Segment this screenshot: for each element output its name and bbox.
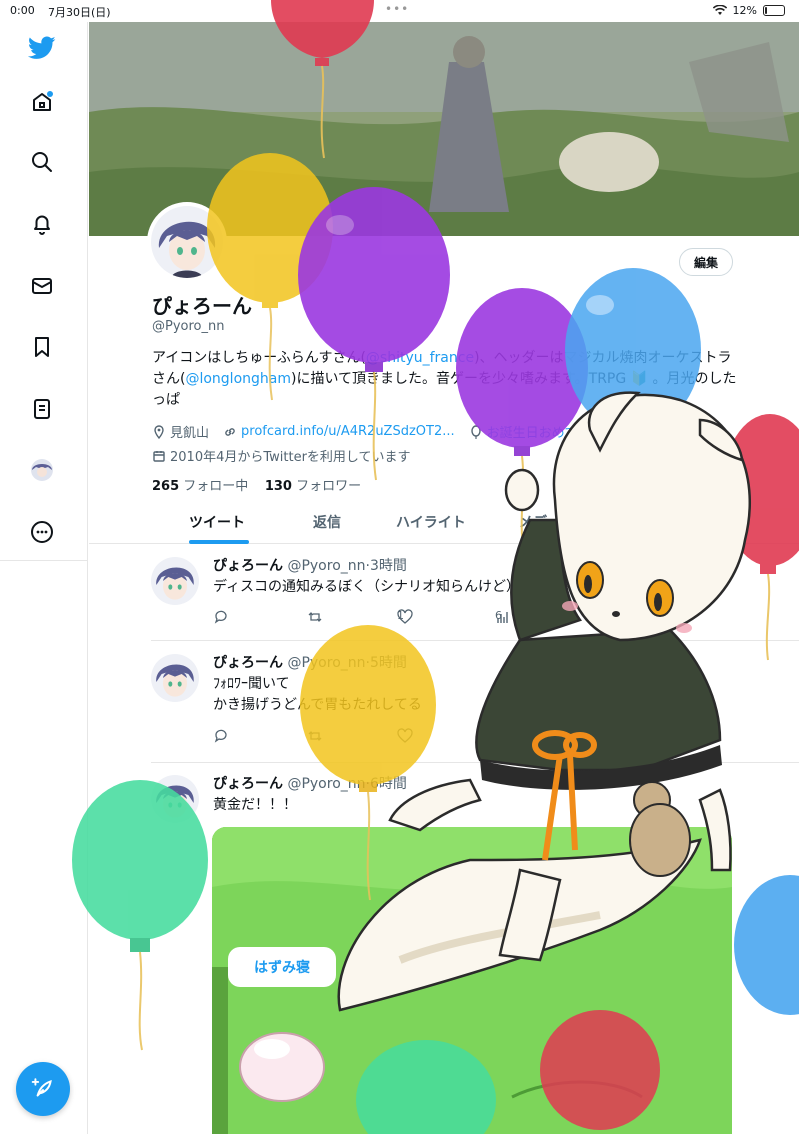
profile-joined: 2010年4月からTwitterを利用しています <box>170 450 411 465</box>
multitask-dots-icon[interactable]: ••• <box>385 2 409 16</box>
profile-meta-row: 見飢山 profcard.info/u/A4R2uZSdzOT2... お誕生日… <box>152 422 680 441</box>
tab-highlights[interactable]: ハイライト <box>396 512 466 532</box>
profile-website-link[interactable]: profcard.info/u/A4R2uZSdzOT2... <box>241 424 455 439</box>
more-icon[interactable] <box>26 516 58 548</box>
tweet-text: ﾌｫﾛﾜｰ聞いて かき揚げうどんで胃もたれしてる <box>213 676 422 713</box>
tweet-avatar[interactable] <box>151 775 199 823</box>
bio-mention-link[interactable]: @shityu_france <box>366 350 474 366</box>
tweet-author-name[interactable]: ぴょろーん <box>213 655 283 671</box>
tweet-text: 黄金だ！！！ <box>213 797 297 813</box>
like-button[interactable] <box>397 728 413 744</box>
tweet-header: ぴょろーん @Pyoro_nn·6時間 <box>213 776 407 792</box>
status-right: 12% <box>712 4 785 17</box>
battery-icon <box>763 5 785 16</box>
tweet-item[interactable]: ぴょろーん @Pyoro_nn·3時間 ディスコの通知みるぼく（シナリオ知らんけ… <box>89 545 799 641</box>
tweet-media-image[interactable]: はずみ寝 <box>212 827 732 1134</box>
reply-button[interactable] <box>213 728 229 744</box>
media-speech-bubble: はずみ寝 <box>228 947 336 987</box>
profile-bio: アイコンはしちゅーふらんすさん(@shityu_france)、ヘッダーはマジカ… <box>152 348 742 411</box>
tweet-time[interactable]: 6時間 <box>370 776 407 792</box>
battery-percent: 12% <box>732 4 757 17</box>
lists-icon[interactable] <box>26 393 58 425</box>
tweet-author-name[interactable]: ぴょろーん <box>213 776 283 792</box>
reply-button[interactable] <box>213 609 229 625</box>
followers-count: 130 <box>264 479 292 494</box>
tweet-author-name[interactable]: ぴょろーん <box>213 558 283 574</box>
tweet-avatar[interactable] <box>151 557 199 605</box>
like-button[interactable]: 1 <box>397 609 413 625</box>
like-count: 1 <box>397 609 404 622</box>
sidebar-divider <box>0 560 88 561</box>
bio-text: アイコンはしちゅーふらんすさん( <box>152 350 366 366</box>
tweet-handle: @Pyoro_nn <box>287 558 366 574</box>
retweet-button[interactable] <box>307 609 323 625</box>
tweet-handle: @Pyoro_nn <box>287 776 366 792</box>
bio-mention-link[interactable]: @longlongham <box>185 371 291 387</box>
profile-display-name: ぴょろーん <box>152 294 252 318</box>
profile-joined-row: 2010年4月からTwitterを利用しています <box>152 446 411 465</box>
profile-location: 見飢山 <box>170 426 210 441</box>
tweet-handle: @Pyoro_nn <box>287 655 366 671</box>
profile-avatar[interactable] <box>147 202 227 282</box>
profile-avatar-icon[interactable] <box>26 454 58 486</box>
link-icon <box>225 427 235 436</box>
status-bar: 0:00 7月30日(日) ••• 12% <box>0 0 799 22</box>
tab-replies[interactable]: 返信 <box>313 512 341 532</box>
profile-tabs: ツイート 返信 ハイライト メディア <box>89 504 799 544</box>
twitter-logo-icon[interactable] <box>26 32 58 64</box>
tweet-avatar[interactable] <box>151 654 199 702</box>
location-pin-icon <box>154 424 164 439</box>
status-time: 0:00 <box>10 4 35 17</box>
following-label: フォロー中 <box>183 479 249 494</box>
tweet-text: ディスコの通知みるぼく（シナリオ知らんけど） <box>213 579 521 595</box>
reply-icon <box>214 610 227 624</box>
active-tab-indicator <box>189 540 249 544</box>
followers-link[interactable]: 130 フォロワー <box>265 479 361 494</box>
tweet-divider <box>151 640 799 641</box>
tab-tweets[interactable]: ツイート <box>189 512 245 532</box>
following-link[interactable]: 265 フォロー中 <box>152 479 248 494</box>
tab-media[interactable]: メディア <box>519 512 574 532</box>
retweet-button[interactable] <box>307 728 323 744</box>
mail-icon[interactable] <box>26 270 58 302</box>
balloon-icon <box>470 424 481 439</box>
followers-label: フォロワー <box>296 479 362 494</box>
tweet-actions <box>213 728 593 748</box>
retweet-icon <box>308 612 322 622</box>
feather-plus-icon <box>31 1078 52 1097</box>
following-count: 265 <box>152 479 180 494</box>
views-button[interactable]: 6 <box>495 609 511 625</box>
retweet-icon <box>308 731 322 741</box>
sidebar <box>0 22 88 1134</box>
tweet-header: ぴょろーん @Pyoro_nn·3時間 <box>213 558 407 574</box>
profile-birthday[interactable]: お誕生日おめでとうございます。 <box>487 422 681 441</box>
compose-tweet-button[interactable] <box>16 1062 70 1116</box>
profile-main: 編集 ぴょろーん @Pyoro_nn アイコンはしちゅーふらんすさん(@shit… <box>89 22 799 1134</box>
tweet-header: ぴょろーん @Pyoro_nn·5時間 <box>213 655 407 671</box>
profile-handle: @Pyoro_nn <box>152 319 225 334</box>
tweet-time[interactable]: 3時間 <box>370 558 407 574</box>
bookmark-icon[interactable] <box>26 331 58 363</box>
heart-icon <box>397 728 413 743</box>
edit-profile-button[interactable]: 編集 <box>679 248 733 276</box>
tweet-item[interactable]: ぴょろーん @Pyoro_nn·5時間 ﾌｫﾛﾜｰ聞いて かき揚げうどんで胃もた… <box>89 642 799 762</box>
follow-counts: 265 フォロー中 130 フォロワー <box>152 475 361 494</box>
home-icon[interactable] <box>26 86 58 118</box>
tweet-actions: 1 6 <box>213 609 593 629</box>
view-count: 6 <box>495 609 502 622</box>
reply-icon <box>214 729 227 743</box>
tweet-time[interactable]: 5時間 <box>370 655 407 671</box>
status-date: 7月30日(日) <box>48 6 111 19</box>
search-icon[interactable] <box>26 146 58 178</box>
bell-icon[interactable] <box>26 208 58 240</box>
calendar-icon <box>153 450 165 462</box>
wifi-icon <box>712 5 727 15</box>
